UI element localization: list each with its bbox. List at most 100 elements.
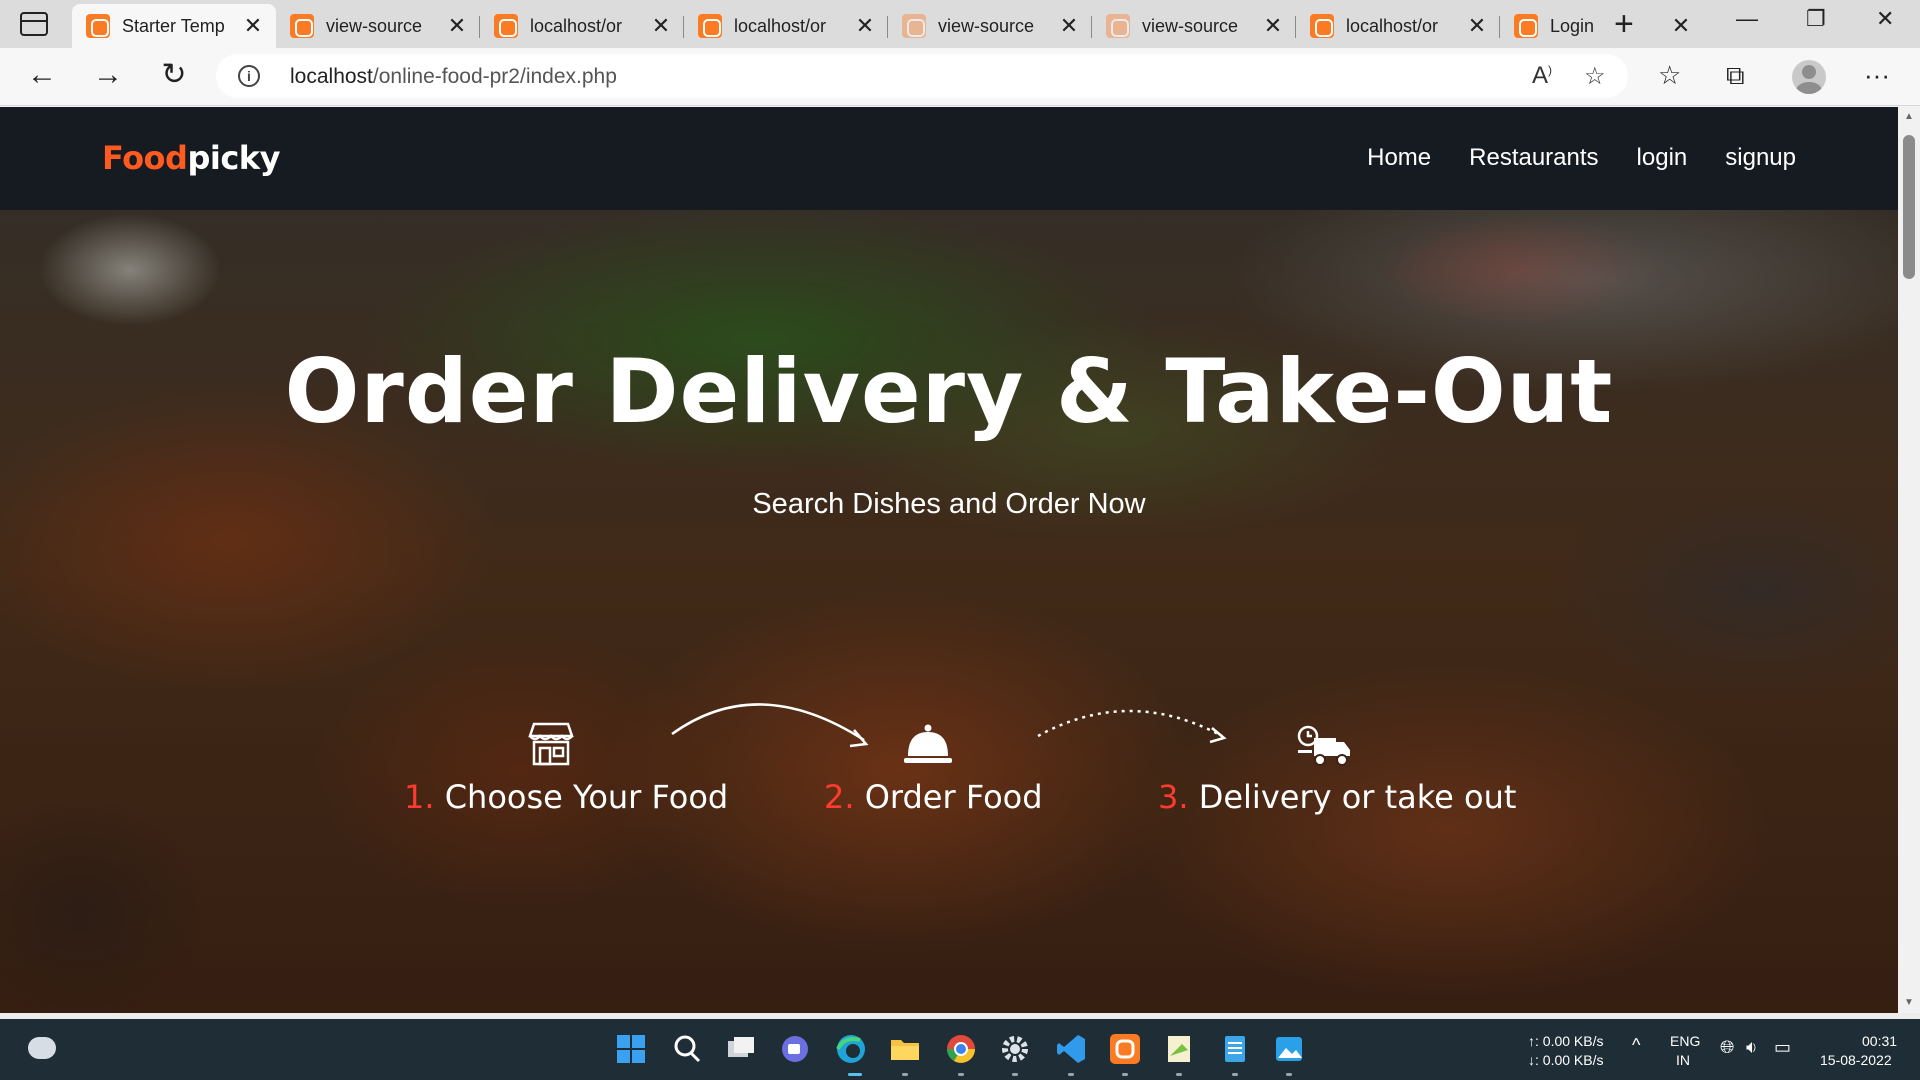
browser-toolbar: ← → ↻ i localhost/online-food-pr2/index.… xyxy=(0,48,1920,106)
xampp-favicon-icon xyxy=(1310,14,1334,38)
restore-button[interactable]: ❐ xyxy=(1806,6,1826,32)
close-window-button[interactable]: ✕ xyxy=(1876,6,1894,32)
profile-avatar[interactable] xyxy=(1792,60,1826,94)
language-region[interactable]: IN xyxy=(1676,1051,1690,1069)
new-tab-button[interactable]: + xyxy=(1614,6,1634,42)
nav-link-restaurants[interactable]: Restaurants xyxy=(1469,144,1598,172)
more-options-icon[interactable]: ··· xyxy=(1864,60,1890,91)
vscode-icon[interactable] xyxy=(1054,1032,1088,1066)
xampp-favicon-icon xyxy=(494,14,518,38)
browser-tab[interactable]: localhost/or ✕ xyxy=(480,4,684,48)
nav-link-login[interactable]: login xyxy=(1637,144,1688,172)
network-speed-up: ↑: 0.00 KB/s xyxy=(1528,1033,1604,1049)
settings-gear-icon[interactable] xyxy=(998,1032,1032,1066)
step-arrow-icon xyxy=(1037,709,1227,744)
tab-title: localhost/or xyxy=(530,15,623,36)
favorites-icon[interactable]: ☆ xyxy=(1658,60,1681,91)
hero-subtitle: Search Dishes and Order Now xyxy=(752,488,1146,520)
teams-chat-icon[interactable] xyxy=(778,1032,812,1066)
xampp-favicon-icon xyxy=(698,14,722,38)
step-choose-food: 1. Choose Your Food xyxy=(404,778,729,816)
tab-title: localhost/or xyxy=(1346,15,1439,36)
browser-tab[interactable]: view-source ✕ xyxy=(276,4,480,48)
add-favorite-icon[interactable]: ☆ xyxy=(1584,62,1606,91)
delivery-truck-icon xyxy=(1297,725,1350,766)
xampp-favicon-icon xyxy=(290,14,314,38)
browser-tab[interactable]: view-source ✕ xyxy=(1092,4,1296,48)
browser-tab[interactable]: Starter Temp ✕ xyxy=(72,4,276,48)
store-icon xyxy=(528,722,574,766)
hero-banner: Order Delivery & Take-Out Search Dishes … xyxy=(0,210,1898,1013)
step-arrow-icon xyxy=(671,703,869,748)
file-explorer-icon[interactable] xyxy=(888,1032,922,1066)
tab-title: view-source xyxy=(1142,15,1239,36)
tab-title: view-source xyxy=(326,15,423,36)
notepad-plus-plus-icon[interactable] xyxy=(1162,1032,1196,1066)
minimize-button[interactable]: — xyxy=(1736,6,1758,32)
cloche-icon xyxy=(904,724,952,763)
weather-widget-icon[interactable] xyxy=(28,1037,56,1059)
tab-close-icon[interactable]: ✕ xyxy=(854,13,876,39)
browser-tab[interactable]: localhost/or ✕ xyxy=(1296,4,1500,48)
tab-close-icon[interactable]: ✕ xyxy=(1058,13,1080,39)
collections-icon[interactable]: ⧉ xyxy=(1726,60,1745,92)
tab-title: Login xyxy=(1550,15,1595,36)
tab-close-icon[interactable]: ✕ xyxy=(1262,13,1284,39)
nav-link-signup[interactable]: signup xyxy=(1725,144,1796,172)
site-navbar: Foodpicky Home Restaurants login signup xyxy=(0,107,1898,210)
volume-icon[interactable]: 🔉︎ xyxy=(1746,1037,1757,1058)
clock-time[interactable]: 00:31 xyxy=(1862,1032,1897,1050)
browser-tab-strip: Starter Temp ✕ view-source ✕ localhost/o… xyxy=(0,0,1920,48)
chrome-icon[interactable] xyxy=(944,1032,978,1066)
tab-title: Starter Temp xyxy=(122,15,225,36)
tab-title: localhost/or xyxy=(734,15,827,36)
nav-link-home[interactable]: Home xyxy=(1367,144,1431,172)
battery-icon[interactable]: ▭ xyxy=(1774,1037,1791,1058)
scroll-up-icon[interactable]: ▲ xyxy=(1898,107,1920,127)
clock-date[interactable]: 15-08-2022 xyxy=(1820,1051,1892,1069)
tab-close-icon[interactable]: ✕ xyxy=(1466,13,1488,39)
url-text[interactable]: localhost/online-food-pr2/index.php xyxy=(290,65,617,89)
start-button-icon[interactable] xyxy=(614,1032,648,1066)
browser-tab[interactable]: view-source ✕ xyxy=(888,4,1092,48)
tab-close-icon[interactable]: ✕ xyxy=(446,13,468,39)
edge-browser-icon[interactable] xyxy=(834,1032,868,1066)
browser-tab[interactable]: localhost/or ✕ xyxy=(684,4,888,48)
xampp-favicon-icon xyxy=(902,14,926,38)
tab-close-icon[interactable]: ✕ xyxy=(242,13,264,39)
xampp-favicon-icon xyxy=(1514,14,1538,38)
xampp-favicon-icon xyxy=(86,14,110,38)
task-view-icon[interactable] xyxy=(724,1032,758,1066)
step-order-food: 2. Order Food xyxy=(824,778,1043,816)
tab-title: view-source xyxy=(938,15,1035,36)
xampp-favicon-icon xyxy=(1106,14,1130,38)
tab-list: Starter Temp ✕ view-source ✕ localhost/o… xyxy=(72,4,1704,48)
notepad-icon[interactable] xyxy=(1218,1032,1252,1066)
site-menu: Home Restaurants login signup xyxy=(1367,144,1796,172)
tab-close-icon[interactable]: ✕ xyxy=(650,13,672,39)
scroll-down-icon[interactable]: ▼ xyxy=(1898,993,1920,1013)
back-button[interactable]: ← xyxy=(24,58,60,94)
network-globe-icon[interactable]: 🌐︎ xyxy=(1720,1037,1734,1058)
page-scrollbar[interactable]: ▲ ▼ xyxy=(1898,107,1920,1013)
scrollbar-thumb[interactable] xyxy=(1903,135,1915,279)
forward-button[interactable]: → xyxy=(90,58,126,94)
search-icon[interactable] xyxy=(670,1032,704,1066)
site-logo[interactable]: Foodpicky xyxy=(102,139,280,177)
address-bar[interactable]: i localhost/online-food-pr2/index.php A)… xyxy=(216,54,1628,98)
language-indicator[interactable]: ENG xyxy=(1670,1032,1700,1050)
show-hidden-icons-icon[interactable]: ^ xyxy=(1632,1035,1640,1056)
windows-taskbar: ↑: 0.00 KB/s ↓: 0.00 KB/s ^ ENG IN 🌐︎ 🔉︎… xyxy=(0,1013,1920,1080)
read-aloud-icon[interactable]: A) xyxy=(1532,62,1552,90)
xampp-icon[interactable] xyxy=(1108,1032,1142,1066)
browser-tab[interactable]: Login ✕ xyxy=(1500,4,1704,48)
tab-close-icon[interactable]: ✕ xyxy=(1670,13,1692,39)
refresh-button[interactable]: ↻ xyxy=(156,58,192,94)
hero-title: Order Delivery & Take-Out xyxy=(284,340,1614,443)
step-delivery: 3. Delivery or take out xyxy=(1158,778,1517,816)
site-info-icon[interactable]: i xyxy=(238,65,260,87)
tab-actions-icon[interactable] xyxy=(20,12,48,36)
network-speed-down: ↓: 0.00 KB/s xyxy=(1528,1052,1604,1068)
page-viewport: Foodpicky Home Restaurants login signup … xyxy=(0,107,1898,1013)
photos-icon[interactable] xyxy=(1272,1032,1306,1066)
